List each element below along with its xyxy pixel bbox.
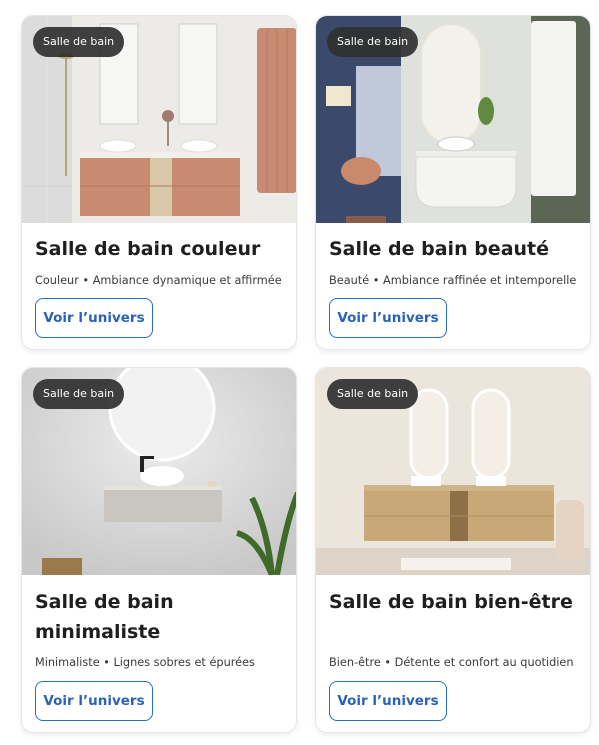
universe-card-couleur[interactable]: Salle de bain Salle de bain couleur Coul… [21,15,297,350]
universe-card-minimaliste[interactable]: Salle de bain Salle de bain minimaliste … [21,367,297,733]
universe-card-bien-etre[interactable]: Salle de bain Salle de bain bien-être Bi… [315,367,591,733]
card-title[interactable]: Salle de bain minimaliste [35,587,290,647]
card-description: Couleur • Ambiance dynamique et affirmée [35,274,282,287]
see-universe-button[interactable]: Voir l’univers [35,298,153,338]
card-description: Minimaliste • Lignes sobres et épurées [35,656,255,669]
see-universe-button[interactable]: Voir l’univers [329,681,447,721]
category-badge: Salle de bain [33,27,125,57]
category-badge: Salle de bain [327,379,419,409]
card-title[interactable]: Salle de bain couleur [35,234,290,264]
see-universe-button[interactable]: Voir l’univers [329,298,447,338]
category-badge: Salle de bain [327,27,419,57]
universe-card-beaute[interactable]: Salle de bain Salle de bain beauté Beaut… [315,15,591,350]
card-description: Beauté • Ambiance raffinée et intemporel… [329,274,577,287]
category-badge: Salle de bain [33,379,125,409]
card-title[interactable]: Salle de bain beauté [329,234,584,264]
card-title[interactable]: Salle de bain bien-être [329,587,584,617]
card-description: Bien-être • Détente et confort au quotid… [329,656,574,669]
see-universe-button[interactable]: Voir l’univers [35,681,153,721]
